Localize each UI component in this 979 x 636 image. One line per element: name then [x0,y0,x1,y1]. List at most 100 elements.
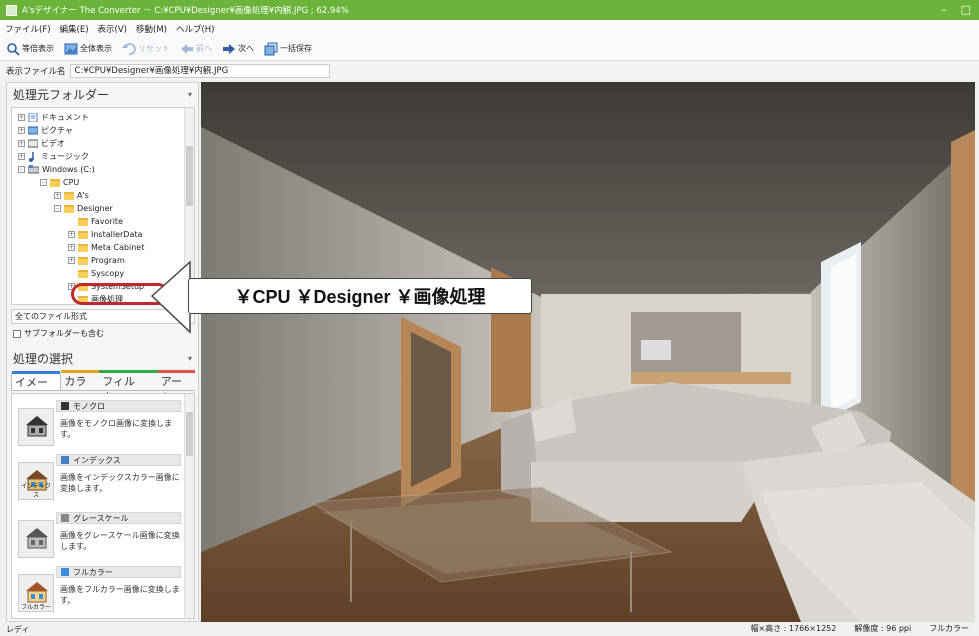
fit-view-button[interactable]: 全体表示 [64,42,112,56]
include-subfolders-checkbox[interactable]: サブフォルダーも含む [13,328,104,339]
house-icon [26,416,48,437]
tree-item[interactable]: Syscopy [78,268,124,279]
house-thumbnail [18,520,54,558]
title-bar: A'sデザイナー The Converter － C:¥CPU¥Designer… [0,0,979,20]
toolbar: 等倍表示 全体表示 リセット 前へ 次へ 一括保存 [0,37,979,61]
tree-item[interactable]: – Designer [54,203,113,214]
house-icon [26,528,48,549]
minimize-icon[interactable]: – [941,3,947,16]
fullcolor-swatch-icon [61,568,69,576]
magnifier-icon [7,42,20,56]
tab-image[interactable]: イメージ [11,371,62,405]
left-pane: 処理元フォルダー ▾ + ドキュメント + ピクチャ + ビデオ + ミュージック – W… [6,82,199,622]
process-monochrome[interactable]: モノクロ 画像をモノクロ画像に変換します。 [16,400,181,452]
undo-icon [122,42,136,55]
tree-item[interactable]: + Program [68,255,125,266]
music-icon [29,151,34,162]
scroll-thumb[interactable] [186,146,193,206]
tree-item[interactable]: + ドキュメント [18,112,89,123]
folder-icon [50,178,60,187]
tab-filter[interactable]: フィルタ... [99,370,158,404]
tree-item[interactable]: Favorite [78,216,123,227]
process-index[interactable]: インデックス インデックス 画像をインデックスカラー画像に変換します。 [16,454,181,506]
thumb-label: フルカラー [21,604,51,611]
collapse-arrow-icon[interactable]: ▾ [188,90,192,99]
status-color-mode: フルカラー [929,624,969,633]
source-folder-title: 処理元フォルダー [13,87,110,102]
tree-item[interactable]: + A's [54,190,89,201]
menu-help[interactable]: ヘルプ(H) [176,23,215,35]
processing-scrollbar[interactable] [184,394,194,618]
folder-icon [64,191,74,200]
tree-item[interactable]: – Windows (C:) [18,164,95,175]
process-name-row: フルカラー [56,566,181,578]
tree-item[interactable]: + Meta Cabinet [68,242,144,253]
file-path-field[interactable]: C:¥CPU¥Designer¥画像処理¥内観.JPG [69,64,330,78]
process-description: 画像をグレースケール画像に変換します。 [60,531,180,551]
next-label: 次へ [238,44,254,53]
status-bar: レディ 幅×高さ : 1766×1252 解像度 : 96 ppi フルカラー [0,622,979,636]
index-swatch-icon [61,456,69,464]
prev-button[interactable]: 前へ [180,42,212,56]
reset-button[interactable]: リセット [122,42,170,56]
process-fullcolor[interactable]: フルカラー フルカラー 画像をフルカラー画像に変換します。 [16,566,181,618]
process-description: 画像をフルカラー画像に変換します。 [60,585,180,605]
processing-title: 処理の選択 [13,351,74,366]
folder-icon [64,204,74,213]
gray-swatch-icon [61,514,69,522]
status-image-size: 幅×高さ : 1766×1252 [750,624,837,633]
source-folder-header[interactable]: 処理元フォルダー ▾ [7,83,198,105]
image-viewer[interactable] [201,82,975,622]
tree-item[interactable]: + InstallerData [68,229,142,240]
batch-save-icon [264,42,278,55]
process-description: 画像をモノクロ画像に変換します。 [60,419,172,439]
menu-view[interactable]: 表示(V) [98,23,127,35]
file-name-bar: 表示ファイル名 C:¥CPU¥Designer¥画像処理¥内観.JPG [0,62,979,80]
tree-item[interactable]: + ピクチャ [18,125,73,136]
videos-icon [28,139,38,148]
thumb-label: インデックス [20,483,51,499]
batch-save-button[interactable]: 一括保存 [264,42,312,56]
process-name-row: モノクロ [56,400,181,412]
processing-tabs: イメージ カラー フィルタ... アート [11,370,195,405]
include-subfolders-label: サブフォルダーも含む [24,329,104,338]
house-thumbnail: フルカラー [18,574,54,612]
folder-icon [78,243,88,252]
house-thumbnail [18,408,54,446]
menu-move[interactable]: 移動(M) [136,23,167,35]
tree-item[interactable]: – CPU [40,177,79,188]
next-button[interactable]: 次へ [222,42,254,56]
actual-size-button[interactable]: 等倍表示 [6,42,54,56]
house-icon [26,582,48,603]
folder-icon [78,256,88,265]
menu-edit[interactable]: 編集(E) [60,23,89,35]
path-callout: ￥CPU ￥Designer ￥画像処理 [188,278,532,314]
checkbox-icon[interactable] [13,329,21,338]
file-type-value: 全てのファイル形式 [15,312,87,321]
scroll-thumb[interactable] [186,412,193,456]
processing-header[interactable]: 処理の選択 ▾ [7,347,198,369]
folder-icon [78,217,88,226]
collapse-arrow-icon[interactable]: ▾ [188,354,192,363]
prev-label: 前へ [196,44,212,53]
drive-icon [28,165,39,174]
process-name-row: グレースケール [56,512,181,524]
menu-bar: ファイル(F) 編集(E) 表示(V) 移動(M) ヘルプ(H) [0,20,979,37]
tab-color[interactable]: カラー [61,370,100,404]
window-controls: – □ [941,3,971,16]
pictures-icon [28,126,38,135]
tab-art[interactable]: アート [157,370,195,404]
maximize-icon[interactable]: □ [961,3,971,16]
status-text: レディ [6,624,30,634]
window-title: A'sデザイナー The Converter － C:¥CPU¥Designer… [22,6,349,16]
processing-list: モノクロ 画像をモノクロ画像に変換します。 インデックス インデックス 画像をイ… [11,393,195,619]
menu-file[interactable]: ファイル(F) [5,23,51,35]
batch-save-label: 一括保存 [280,44,312,53]
tree-item[interactable]: + ビデオ [18,138,65,149]
fit-image-icon [64,43,78,54]
mono-swatch-icon [61,402,69,410]
process-grayscale[interactable]: グレースケール 画像をグレースケール画像に変換します。 [16,512,181,564]
reset-label: リセット [138,44,170,53]
actual-size-label: 等倍表示 [22,44,54,53]
tree-item[interactable]: + ミュージック [18,151,89,162]
